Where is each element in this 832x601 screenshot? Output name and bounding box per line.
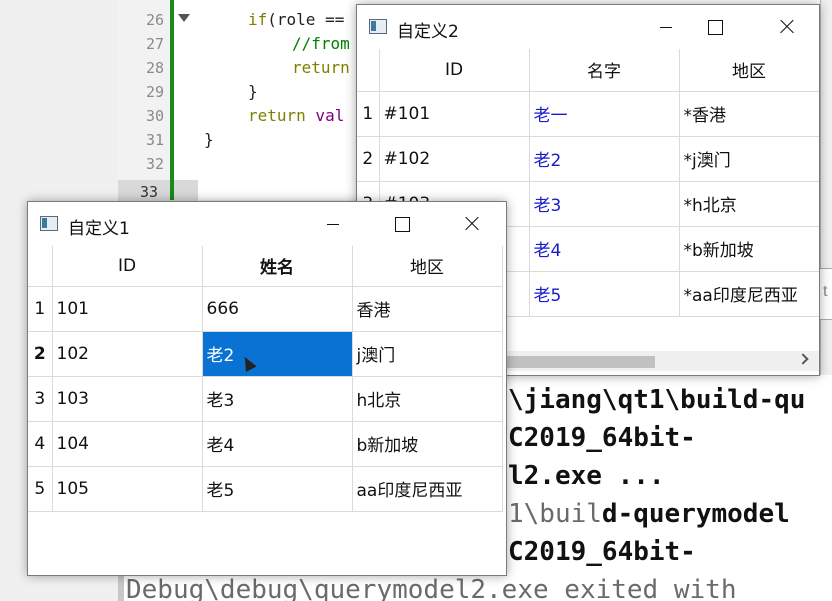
line-number: 27 [145, 35, 164, 53]
scroll-right-arrow-icon[interactable] [797, 353, 809, 365]
table-cell[interactable]: aa印度尼西亚 [352, 466, 503, 512]
table-cell[interactable]: j澳门 [352, 331, 503, 377]
title-bar[interactable]: 自定义1 [28, 202, 506, 246]
line-number: 29 [145, 83, 164, 101]
code-text: (role == [267, 10, 345, 29]
column-header[interactable]: 名字 [529, 49, 680, 92]
code-line-31: } [204, 130, 214, 149]
code-line-27: //from [292, 34, 350, 53]
column-header[interactable]: ID [379, 49, 530, 92]
table-cell[interactable]: *香港 [679, 91, 819, 137]
table-cell[interactable]: *aa印度尼西亚 [679, 271, 819, 317]
column-header[interactable]: 地区 [679, 49, 819, 92]
console-line: C2019_64bit- [508, 423, 696, 453]
window-title: 自定义2 [397, 22, 459, 42]
table-cell[interactable]: h北京 [352, 376, 503, 422]
table-row[interactable]: 2 102 老2 j澳门 [28, 331, 503, 377]
line-number-gutter: 26 27 28 29 30 31 32 33 [118, 0, 198, 204]
table-row[interactable]: 2 #102 老2 *j澳门 [357, 136, 819, 182]
table-cell[interactable]: *j澳门 [679, 136, 819, 182]
row-header[interactable]: 3 [28, 376, 53, 422]
table-row[interactable]: 5 105 老5 aa印度尼西亚 [28, 466, 503, 512]
row-header[interactable]: 5 [28, 466, 53, 512]
table-cell[interactable]: 老4 [202, 421, 353, 467]
table-cell[interactable]: 老3 [529, 181, 680, 227]
keyword-return: return [248, 106, 306, 125]
table-cell[interactable]: b新加坡 [352, 421, 503, 467]
app-window-icon [369, 19, 387, 34]
table-row[interactable]: 1 #101 老一 *香港 [357, 91, 819, 137]
table-cell[interactable]: 104 [52, 421, 203, 467]
line-number: 26 [145, 11, 164, 29]
table-row[interactable]: 1 101 666 香港 [28, 286, 503, 332]
table-cell[interactable]: 101 [52, 286, 203, 332]
table-cell[interactable]: 666 [202, 286, 353, 332]
header-row: ID 姓名 地区 [28, 246, 503, 287]
app-window-icon [40, 216, 58, 231]
line-number: 32 [145, 155, 164, 173]
table-view[interactable]: ID 姓名 地区 1 101 666 香港 2 102 老2 j澳门 3 103… [28, 246, 503, 512]
line-number: 30 [145, 107, 164, 125]
column-header[interactable]: 地区 [352, 246, 503, 287]
table-cell[interactable]: 老5 [529, 271, 680, 317]
close-button[interactable] [763, 5, 809, 49]
title-bar[interactable]: 自定义2 [357, 5, 819, 49]
column-header[interactable]: 姓名 [202, 246, 353, 287]
change-marker-bar [170, 0, 174, 200]
code-line-30: return val [248, 104, 344, 128]
table-cell[interactable]: 老5 [202, 466, 353, 512]
table-cell[interactable]: *b新加坡 [679, 226, 819, 272]
row-header[interactable]: 4 [28, 421, 53, 467]
table-cell[interactable]: 老2 [529, 136, 680, 182]
custom-window-1[interactable]: 自定义1 ID 姓名 地区 1 101 666 香港 2 102 老2 j澳门 … [27, 201, 507, 576]
selected-table-cell[interactable]: 老2 [202, 331, 353, 377]
line-number: 28 [145, 59, 164, 77]
code-line-26: if(role == [248, 8, 344, 32]
line-number: 31 [145, 131, 164, 149]
column-header[interactable]: ID [52, 246, 203, 287]
side-panel-letter: t [823, 283, 828, 300]
console-line: \jiang\qt1\build-qu [508, 385, 806, 415]
table-cell[interactable]: 102 [52, 331, 203, 377]
console-line: l2.exe ... [508, 461, 665, 491]
row-header[interactable]: 1 [28, 286, 53, 332]
table-cell[interactable]: 老3 [202, 376, 353, 422]
row-header[interactable]: 2 [28, 331, 53, 377]
row-header[interactable]: 2 [357, 136, 380, 182]
keyword-if: if [248, 10, 268, 29]
maximize-button[interactable] [378, 202, 424, 246]
table-row[interactable]: 4 104 老4 b新加坡 [28, 421, 503, 467]
table-cell[interactable]: 老4 [529, 226, 680, 272]
table-cell[interactable]: 香港 [352, 286, 503, 332]
code-line-28: return [292, 58, 350, 77]
console-line: 1\build-querymodel [508, 499, 790, 529]
window-title: 自定义1 [68, 219, 130, 239]
corner-button[interactable] [28, 246, 53, 287]
row-header[interactable]: 1 [357, 91, 380, 137]
code-text: val [305, 106, 345, 125]
table-cell[interactable]: 老一 [529, 91, 680, 137]
scrollbar-thumb[interactable] [507, 356, 655, 368]
minimize-button[interactable] [643, 5, 689, 49]
table-cell[interactable]: #102 [379, 136, 530, 182]
table-cell[interactable]: 103 [52, 376, 203, 422]
table-cell[interactable]: 105 [52, 466, 203, 512]
header-row: ID 名字 地区 [357, 49, 819, 92]
table-cell[interactable]: #101 [379, 91, 530, 137]
maximize-button[interactable] [691, 5, 737, 49]
table-row[interactable]: 3 103 老3 h北京 [28, 376, 503, 422]
close-button[interactable] [448, 202, 494, 246]
desktop: 26 27 28 29 30 31 32 33 if(role == //fro… [0, 0, 832, 601]
minimize-button[interactable] [310, 202, 356, 246]
fold-arrow-icon[interactable] [178, 14, 190, 22]
corner-button[interactable] [357, 49, 380, 92]
table-cell[interactable]: *h北京 [679, 181, 819, 227]
code-line-29: } [248, 82, 258, 101]
console-line: C2019_64bit- [508, 537, 696, 567]
